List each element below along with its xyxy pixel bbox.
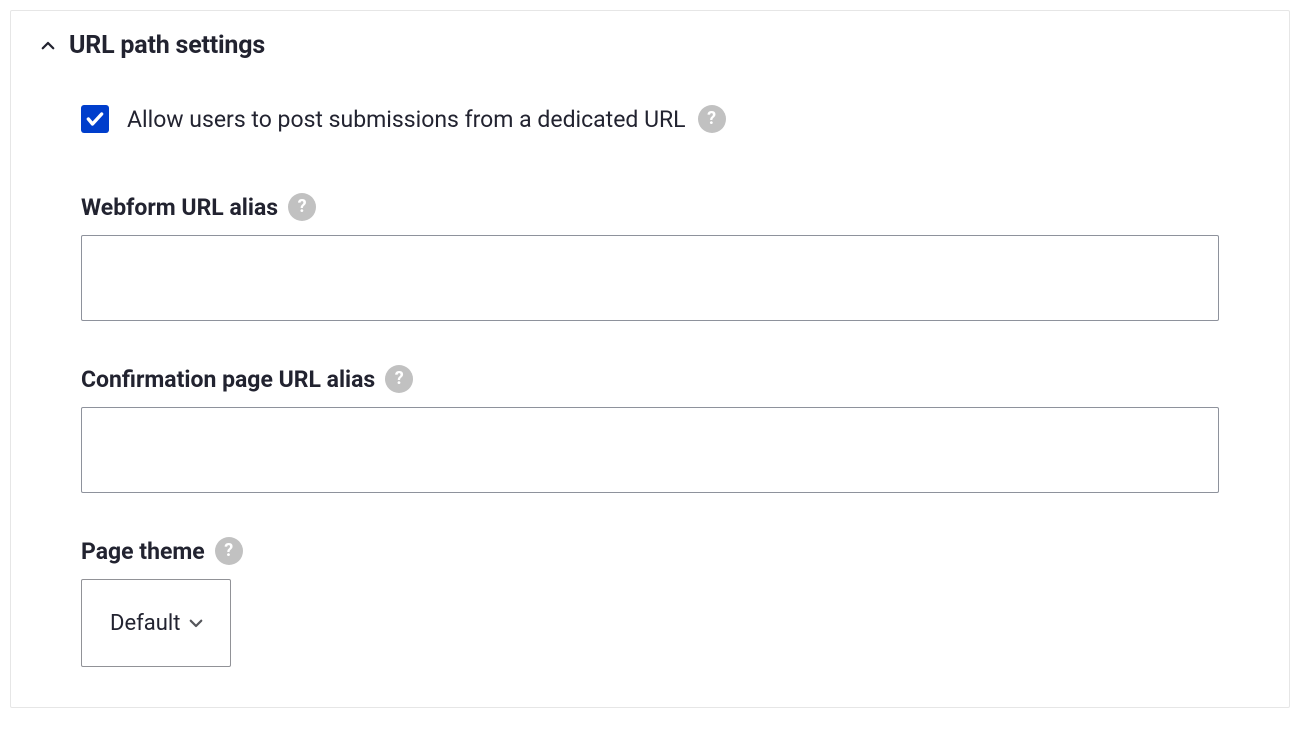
- webform-url-alias-field: Webform URL alias ?: [81, 193, 1219, 321]
- section-body: Allow users to post submissions from a d…: [11, 80, 1289, 707]
- allow-dedicated-url-checkbox[interactable]: [81, 105, 109, 133]
- chevron-up-icon: [39, 37, 57, 55]
- page-theme-value: Default: [110, 611, 180, 636]
- allow-dedicated-url-row: Allow users to post submissions from a d…: [81, 105, 1219, 133]
- url-path-settings-panel: URL path settings Allow users to post su…: [10, 10, 1290, 708]
- page-theme-field: Page theme ? Default: [81, 537, 1219, 667]
- page-theme-label: Page theme: [81, 538, 205, 565]
- help-icon[interactable]: ?: [698, 105, 726, 133]
- chevron-down-icon: [186, 613, 206, 633]
- page-theme-select[interactable]: Default: [81, 579, 231, 667]
- allow-dedicated-url-label: Allow users to post submissions from a d…: [127, 106, 686, 133]
- confirmation-url-alias-field: Confirmation page URL alias ?: [81, 365, 1219, 493]
- help-icon[interactable]: ?: [385, 365, 413, 393]
- webform-url-alias-input[interactable]: [81, 235, 1219, 321]
- confirmation-url-alias-label: Confirmation page URL alias: [81, 366, 375, 393]
- confirmation-url-alias-input[interactable]: [81, 407, 1219, 493]
- help-icon[interactable]: ?: [288, 193, 316, 221]
- checkmark-icon: [85, 109, 105, 129]
- webform-url-alias-label: Webform URL alias: [81, 194, 278, 221]
- section-title: URL path settings: [69, 31, 265, 60]
- help-icon[interactable]: ?: [215, 537, 243, 565]
- section-summary-toggle[interactable]: URL path settings: [11, 11, 1289, 80]
